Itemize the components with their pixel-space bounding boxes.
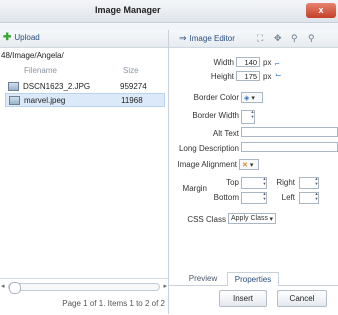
editor-toolbar: ⇒ Image Editor ⛶ ✥ ⚲ ⚲ — [169, 30, 338, 48]
title-bar: Image Manager x — [0, 0, 338, 23]
margin-label: Margin — [182, 184, 207, 193]
width-input[interactable]: 140 — [236, 57, 260, 67]
margin-bottom-stepper[interactable] — [241, 191, 267, 204]
move-icon[interactable]: ✥ — [274, 33, 282, 44]
border-width-stepper[interactable] — [241, 109, 255, 124]
window-title: Image Manager — [95, 5, 161, 15]
resize-icon[interactable]: ⛶ — [257, 33, 263, 44]
upload-label: Upload — [14, 33, 40, 42]
scroll-thumb[interactable] — [9, 282, 21, 294]
file-toolbar: ✚ Upload — [0, 30, 168, 48]
file-size: 11968 — [121, 95, 143, 105]
image-alignment-dropdown[interactable]: ✕ ▾ — [239, 159, 259, 170]
current-path: 48/Image/Angela/ — [1, 51, 64, 60]
margin-bottom-label: Bottom — [213, 193, 239, 202]
chevron-down-icon: ▾ — [249, 161, 254, 169]
margin-top-label: Top — [226, 178, 239, 187]
file-browser-pane: ✚ Upload 48/Image/Angela/ Filename Size … — [0, 30, 169, 315]
horizontal-scrollbar[interactable]: ◂ ▸ — [1, 282, 167, 294]
height-label: Height — [210, 72, 234, 81]
file-row[interactable]: DSCN1623_2.JPG 959274 — [5, 80, 163, 92]
pager: ◂ ▸ Page 1 of 1. Items 1 to 2 of 2 — [0, 278, 168, 315]
file-row-selected[interactable]: marvel.jpeg 11968 — [5, 93, 165, 107]
column-header-size[interactable]: Size — [123, 66, 139, 75]
alignment-none-icon: ✕ — [242, 161, 248, 169]
border-width-label: Border Width — [192, 111, 239, 120]
border-color-label: Border Color — [193, 93, 239, 102]
file-size: 959274 — [120, 81, 147, 91]
image-editor-button[interactable]: ⇒ Image Editor — [179, 33, 235, 44]
cancel-button[interactable]: Cancel — [277, 290, 327, 307]
width-unit: px — [263, 58, 272, 67]
image-alignment-label: Image Alignment — [177, 160, 237, 169]
plus-icon: ✚ — [3, 32, 12, 43]
margin-right-label: Right — [276, 178, 295, 187]
alt-text-input[interactable] — [241, 127, 338, 137]
upload-button[interactable]: ✚ Upload — [3, 32, 40, 43]
file-name: marvel.jpeg — [24, 95, 66, 105]
image-file-icon — [8, 81, 19, 91]
width-label: Width — [213, 58, 234, 67]
css-class-label: CSS Class — [187, 215, 226, 224]
tab-preview[interactable]: Preview — [183, 272, 223, 285]
chevron-down-icon: ▾ — [251, 94, 255, 102]
file-name: DSCN1623_2.JPG — [23, 81, 91, 91]
pager-status: Page 1 of 1. Items 1 to 2 of 2 — [62, 299, 165, 308]
border-color-picker[interactable]: ◈ ▾ — [241, 92, 263, 103]
long-description-label: Long Description — [178, 144, 239, 153]
chevron-down-icon: ▾ — [269, 215, 273, 223]
scroll-right-icon[interactable]: ▸ — [163, 282, 167, 290]
image-manager-window: Image Manager x ✚ Upload 48/Image/Angela… — [0, 0, 338, 315]
constrain-link-bottom-icon[interactable]: ⌙ — [275, 70, 282, 79]
paint-bucket-icon: ◈ — [244, 94, 250, 102]
margin-top-stepper[interactable] — [241, 176, 267, 189]
close-button[interactable]: x — [306, 3, 336, 18]
zoom-in-icon[interactable]: ⚲ — [291, 33, 298, 44]
css-class-value: Apply Class — [231, 215, 268, 222]
margin-left-label: Left — [281, 193, 295, 202]
css-class-dropdown[interactable]: Apply Class ▾ — [228, 213, 276, 224]
image-editor-icon: ⇒ — [179, 33, 187, 43]
preview-properties-tabs: Preview Properties — [169, 270, 338, 286]
height-input[interactable]: 175 — [236, 71, 260, 81]
properties-pane: ⇒ Image Editor ⛶ ✥ ⚲ ⚲ Width 140 px ⌐ He… — [169, 30, 338, 314]
zoom-out-icon[interactable]: ⚲ — [308, 33, 315, 44]
scroll-left-icon[interactable]: ◂ — [1, 282, 5, 290]
image-file-icon — [9, 95, 20, 105]
long-description-input[interactable] — [241, 142, 338, 152]
margin-right-stepper[interactable] — [299, 176, 319, 189]
alt-text-label: Alt Text — [212, 129, 239, 138]
insert-button[interactable]: Insert — [219, 290, 267, 307]
column-header-filename[interactable]: Filename — [24, 66, 57, 75]
constrain-link-icon[interactable]: ⌐ — [275, 59, 280, 68]
tab-properties[interactable]: Properties — [227, 272, 279, 286]
image-editor-label: Image Editor — [189, 34, 235, 43]
height-unit: px — [263, 72, 272, 81]
margin-left-stepper[interactable] — [299, 191, 319, 204]
